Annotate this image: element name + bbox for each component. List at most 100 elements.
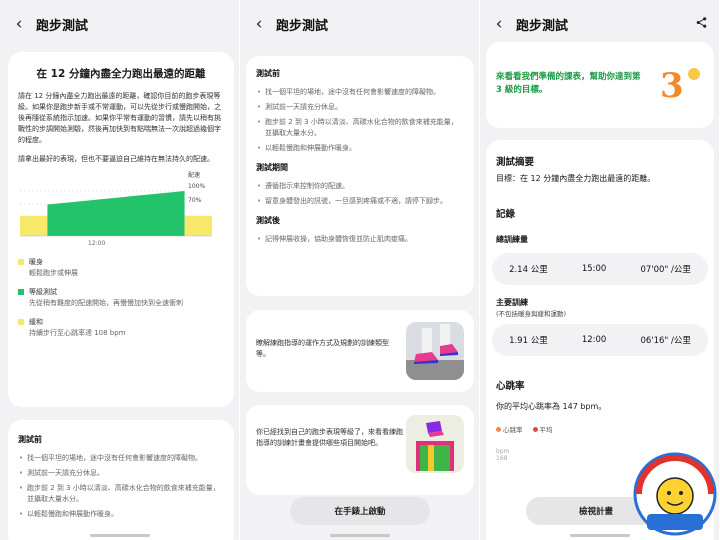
chart-100-label: 100% (188, 183, 205, 190)
legend-title: 緩和 (29, 318, 43, 326)
running-shoe-image (406, 322, 464, 380)
main-pace: 06'16" /公里 (640, 336, 691, 346)
nav-handle (89, 534, 150, 537)
legend-dot (532, 427, 538, 432)
chart-segment-0 (20, 215, 48, 236)
level-promo-text: 來看看我們準備的課表，幫助你達到第 3 級的目標。 (496, 72, 641, 95)
summary-heading: 測試摘要 (496, 157, 535, 168)
chart-x-tick: 12:00 (88, 240, 105, 247)
legend-desc: 輕鬆跑步或伸展 (29, 269, 78, 277)
total-pace: 07'00" /公里 (640, 265, 691, 275)
before-heading: 測試前 (18, 435, 42, 444)
chart-segments (20, 191, 212, 236)
hr-heading: 心跳率 (496, 381, 525, 392)
intro-paragraph: 請在 12 分鐘內盡全力跑出最遠的距離，確認你目前的跑步表現等級。如果你是跑步新… (18, 92, 221, 144)
top-bar: ‹ 跑步測試 (0, 0, 239, 48)
nav-handle (569, 534, 630, 537)
after-heading: 測試後 (256, 216, 280, 225)
before-heading: 測試前 (256, 69, 280, 78)
promo-card-plan[interactable]: 你已經找到自己的跑步表現等級了，來看看練跑指導的訓練計畫會提供哪些項目開始吧。 (246, 405, 474, 495)
list-item: 遵循指示來控制你的配速。 (256, 181, 464, 192)
list-item: 以輕鬆慢跑和伸展動作暖身。 (18, 509, 224, 520)
page-title: 跑步測試 (516, 18, 569, 34)
legend-swatch (18, 319, 24, 325)
list-item: 記得伸展收操，協助身體恢復並防止肌肉痠痛。 (256, 234, 464, 245)
list-item: 留意身體發出的訊號，一旦感到疼痛或不適，請停下腳步。 (256, 196, 464, 207)
hr-legend-item: 平均 (532, 424, 553, 434)
badge-number: 3 (660, 66, 684, 106)
pace-chart: 配速 100% 70% 12:00 (20, 172, 212, 247)
page-title: 跑步測試 (276, 18, 329, 34)
legend-cooldown: 緩和持續步行至心跳率達 108 bpm (18, 317, 224, 339)
chart-segment-2 (184, 215, 212, 236)
list-item: 以輕鬆慢跑和伸展動作暖身。 (256, 143, 464, 154)
total-distance: 2.14 公里 (509, 265, 548, 275)
hr-text: 你的平均心跳率為 147 bpm。 (496, 402, 607, 411)
promo-card-guide[interactable]: 瞭解練跑指導的運作方式及規劃的訓練類型等。 (246, 310, 474, 392)
screen-run-test-intro: ‹ 跑步測試 在 12 分鐘內盡全力跑出最遠的距離 請在 12 分鐘內盡全力跑出… (0, 0, 240, 540)
before-list: 找一個平坦的場地，途中沒有任何會影響速度的障礙物。 測試前一天請充分休息。 跑步… (18, 453, 224, 520)
start-on-watch-button[interactable]: 在手錶上啟動 (290, 497, 430, 525)
shoe-icon (406, 324, 464, 380)
top-bar: ‹ 跑步測試 (480, 0, 719, 48)
hr-legend-item: 心跳率 (496, 424, 523, 434)
list-item: 跑步前 2 到 3 小時以清淡、高碳水化合物的飲食來補充能量，並攝取大量水分。 (18, 483, 224, 505)
share-icon[interactable] (696, 17, 707, 31)
total-stats-row: 2.14 公里 15:00 07'00" /公里 (492, 253, 708, 285)
promo-text: 你已經找到自己的跑步表現等級了，來看看練跑指導的訓練計畫會提供哪些項目開始吧。 (256, 428, 403, 447)
main-stats-row: 1.91 公里 12:00 06'16" /公里 (492, 324, 708, 356)
top-bar: ‹ 跑步測試 (240, 0, 479, 48)
during-heading: 測試期間 (256, 163, 288, 172)
legend-desc: 先從稍有難度的配速開始，再慢慢加快到全速衝刺 (29, 299, 183, 307)
eprice-logo-icon (633, 452, 717, 536)
card-heading: 在 12 分鐘內盡全力跑出最遠的距離 (36, 68, 206, 80)
legend-test: 等級測試先從稍有難度的配速開始，再慢慢加快到全速衝刺 (18, 287, 224, 309)
before-list: 找一個平坦的場地，途中沒有任何會影響速度的障礙物。 測試前一天請充分休息。 跑步… (256, 87, 464, 154)
before-card: 測試前 找一個平坦的場地，途中沒有任何會影響速度的障礙物。 測試前一天請充分休息… (8, 420, 234, 540)
screen-run-test-guide: ‹ 跑步測試 測試前 找一個平坦的場地，途中沒有任何會影響速度的障礙物。 測試前… (240, 0, 480, 540)
legend-swatch (18, 259, 24, 265)
promo-text: 瞭解練跑指導的運作方式及規劃的訓練類型等。 (256, 339, 389, 358)
guide-card: 測試前 找一個平坦的場地，途中沒有任何會影響速度的障礙物。 測試前一天請充分休息… (246, 56, 474, 296)
main-distance: 1.91 公里 (509, 336, 548, 346)
chart-pace-label: 配速 (188, 172, 200, 179)
intro-card: 在 12 分鐘內盡全力跑出最遠的距離 請在 12 分鐘內盡全力跑出最遠的距離，確… (8, 52, 234, 407)
main-duration: 12:00 (581, 335, 607, 345)
after-list: 記得伸展收操，協助身體恢復並防止肌肉痠痛。 (256, 234, 464, 245)
list-item: 跑步前 2 到 3 小時以清淡、高碳水化合物的飲食來補充能量，並攝取大量水分。 (256, 117, 464, 139)
legend-label: 平均 (539, 426, 553, 434)
legend-dot (496, 427, 501, 432)
list-item: 測試前一天請充分休息。 (256, 102, 464, 113)
legend-warmup: 暖身 輕鬆跑步或伸展 (18, 257, 224, 279)
chart-70-label: 70% (188, 197, 202, 204)
back-arrow-icon[interactable]: ‹ (252, 14, 266, 34)
main-heading: 主要訓練 (496, 298, 528, 307)
screen-run-test-result: ‹ 跑步測試 來看看我們準備的課表，幫助你達到第 3 級的目標。 3 測試摘要 … (480, 0, 720, 540)
list-item: 找一個平坦的場地，途中沒有任何會影響速度的障礙物。 (256, 87, 464, 98)
plan-image (406, 415, 464, 473)
hr-legend: 心跳率 平均 (496, 424, 704, 434)
summary-goal: 目標：在 12 分鐘內盡全力跑出最遠的距離。 (496, 174, 656, 183)
level-promo-card[interactable]: 來看看我們準備的課表，幫助你達到第 3 級的目標。 3 (486, 42, 714, 128)
total-heading: 總訓練量 (496, 235, 528, 244)
legend-title: 暖身 (29, 258, 43, 266)
list-item: 找一個平坦的場地，途中沒有任何會影響速度的障礙物。 (18, 453, 224, 464)
total-duration: 15:00 (581, 264, 607, 274)
list-item: 測試前一天請充分休息。 (18, 468, 224, 479)
level-badge: 3 (656, 64, 700, 108)
back-arrow-icon[interactable]: ‹ (12, 14, 26, 34)
back-arrow-icon[interactable]: ‹ (492, 14, 506, 34)
badge-dot (688, 68, 700, 80)
gift-box-icon (416, 421, 454, 471)
during-list: 遵循指示來控制你的配速。 留意身體發出的訊號，一旦感到疼痛或不適，請停下腳步。 (256, 181, 464, 207)
main-note: (不包括暖身與緩和運動) (496, 310, 567, 318)
chart-legend: 暖身輕鬆跑步或伸展 等級測試先從稍有難度的配速開始，再慢慢加快到全速衝刺 緩和持… (18, 257, 224, 339)
record-heading: 記錄 (496, 209, 516, 220)
legend-label: 心跳率 (503, 426, 523, 434)
nav-handle (329, 534, 390, 537)
page-title: 跑步測試 (36, 18, 89, 34)
legend-desc: 持續步行至心跳率達 108 bpm (29, 329, 126, 337)
chart-segment-1 (47, 191, 185, 236)
legend-title: 等級測試 (29, 288, 57, 296)
intro-note: 請拿出最好的表現，但也不要逼迫自己維持在無法持久的配速。 (18, 155, 214, 163)
